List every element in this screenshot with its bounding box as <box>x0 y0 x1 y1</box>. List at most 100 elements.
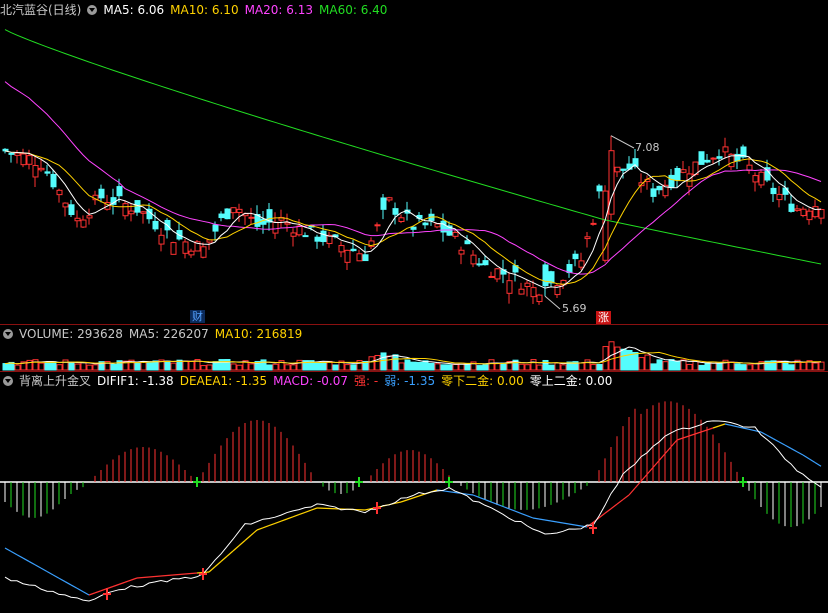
chevron-down-icon[interactable] <box>3 375 13 386</box>
volume-bar <box>314 362 321 371</box>
volume-bar <box>68 361 75 371</box>
volume-bar <box>590 364 597 371</box>
candle-body <box>470 254 477 265</box>
chevron-down-icon[interactable] <box>87 4 98 15</box>
candle-body <box>704 159 711 163</box>
volume-bar <box>698 364 705 371</box>
candle-body <box>344 249 351 263</box>
ma60-label: MA60: 6.40 <box>319 3 388 17</box>
volume-bar <box>380 352 387 371</box>
high-price-label: 7.08 <box>635 141 660 154</box>
volume-bar <box>524 364 531 371</box>
volume-label: VOLUME: 293628 <box>19 327 123 341</box>
dea-line <box>490 501 498 505</box>
candle-body <box>518 288 525 295</box>
volume-bar <box>284 364 291 371</box>
volume-bar <box>620 348 627 371</box>
finance-badge[interactable]: 财 <box>190 310 205 323</box>
candle-body <box>74 217 81 222</box>
macd-value-label: MACD: -0.07 <box>273 374 348 388</box>
volume-bar <box>788 364 795 371</box>
difif1-label: DIFIF1: -1.38 <box>97 374 174 388</box>
dea-line <box>82 591 90 596</box>
candle-body <box>50 173 57 188</box>
dea-line <box>514 510 522 514</box>
dea-line <box>448 491 456 494</box>
high-leader-line <box>610 135 635 149</box>
dea-line <box>214 561 222 568</box>
volume-bar <box>740 364 747 371</box>
candle-body <box>530 287 537 298</box>
golden-cross-marker <box>589 522 597 534</box>
candle-body <box>68 204 75 216</box>
dea-line <box>658 453 666 462</box>
dea-line <box>58 577 66 583</box>
volume-bar <box>290 364 297 371</box>
dea-line <box>520 512 528 517</box>
ma10-label: MA10: 6.10 <box>170 3 239 17</box>
dea-line <box>148 575 156 578</box>
dea-line <box>604 508 612 514</box>
candle-body <box>770 187 777 195</box>
dea-line <box>22 557 30 562</box>
dea-line <box>286 516 294 520</box>
candle-body <box>98 188 105 199</box>
volume-bar <box>26 359 33 371</box>
candle-body <box>782 187 789 195</box>
volume-bar <box>488 359 495 371</box>
dea-line <box>34 564 42 569</box>
volume-panel <box>2 341 825 371</box>
candle-body <box>248 216 255 219</box>
ma20-label: MA20: 6.13 <box>244 3 313 17</box>
candle-body <box>140 211 147 214</box>
volume-bar <box>554 362 561 371</box>
candle-body <box>350 248 357 252</box>
low-price-label: 5.69 <box>562 302 587 315</box>
volume-bar <box>86 364 93 371</box>
dea-line <box>472 494 480 498</box>
candle-body <box>386 197 393 201</box>
volume-bar <box>80 362 87 371</box>
candle-body <box>680 169 687 173</box>
volume-bar <box>296 359 303 371</box>
candle-body <box>476 263 483 266</box>
candle-body <box>398 217 405 223</box>
volume-bar <box>812 362 819 371</box>
dea-line <box>70 584 78 589</box>
candle-body <box>290 232 297 237</box>
volume-bar <box>416 361 423 371</box>
candle-body <box>716 156 723 159</box>
golden-cross-marker <box>199 568 207 580</box>
limit-up-badge[interactable]: 涨 <box>596 311 611 324</box>
dea-line <box>784 444 792 449</box>
dea-line <box>706 427 714 431</box>
ma20-line <box>4 81 822 275</box>
dea-line <box>4 547 12 552</box>
dea-line <box>640 473 648 482</box>
volume-bar <box>50 361 57 371</box>
volume-bar <box>272 363 279 371</box>
volume-bar <box>728 361 735 371</box>
dea-line <box>124 579 132 583</box>
volume-bar <box>410 361 417 371</box>
candle-body <box>698 151 705 165</box>
candle-body <box>506 280 513 294</box>
chevron-down-icon[interactable] <box>3 328 13 339</box>
candle-body <box>284 222 291 225</box>
volume-bar <box>692 360 699 371</box>
candle-body <box>188 250 195 256</box>
candle-body <box>590 222 597 225</box>
dea-line <box>622 494 630 501</box>
dea-line <box>496 503 504 508</box>
dea-line <box>484 499 492 503</box>
volume-bar <box>350 364 357 371</box>
volume-bar <box>182 360 189 371</box>
volume-bar <box>2 363 9 371</box>
volume-bar <box>386 355 393 371</box>
volume-bar <box>536 364 543 371</box>
volume-bar <box>62 359 69 371</box>
dea-line <box>688 433 696 437</box>
volume-bar <box>650 363 657 371</box>
dea-line <box>412 495 420 499</box>
dea-line <box>532 517 540 520</box>
